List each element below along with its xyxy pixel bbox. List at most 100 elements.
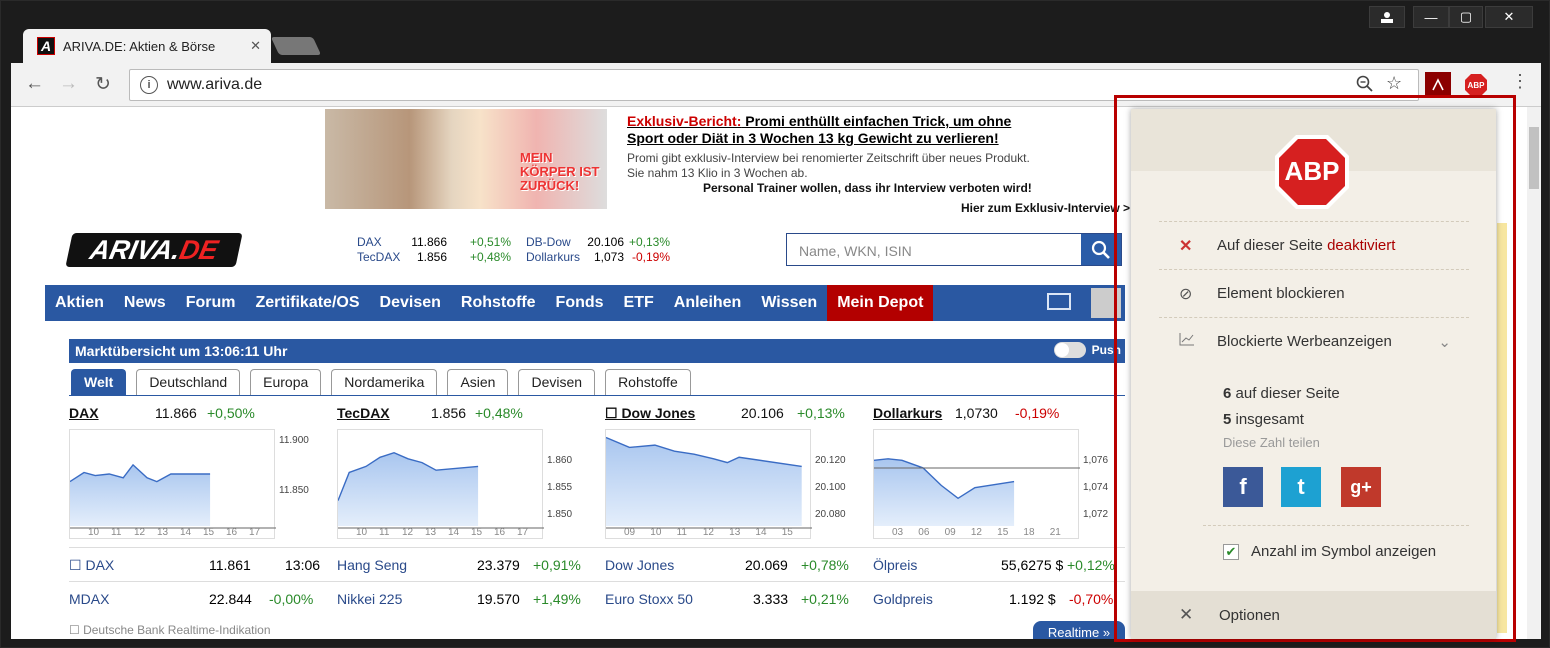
x-tick-label: 16 (494, 527, 506, 538)
x-tick-label: 17 (517, 527, 529, 538)
wrench-icon: ✕ (1179, 605, 1194, 624)
ariva-favicon-icon: A (37, 37, 55, 55)
search-input[interactable]: Name, WKN, ISIN (787, 234, 1081, 265)
nav-zertifikate[interactable]: Zertifikate/OS (245, 285, 369, 321)
table-row: MDAX 22.844 -0,00% Nikkei 225 19.570 +1,… (69, 581, 1125, 615)
chart-icon (1159, 332, 1217, 351)
back-icon[interactable]: ← (25, 73, 44, 95)
close-window-button[interactable]: ✕ (1485, 6, 1533, 28)
nav-anleihen[interactable]: Anleihen (664, 285, 752, 321)
nav-aktien[interactable]: Aktien (45, 285, 114, 321)
x-tick-label: 16 (226, 527, 238, 538)
y-tick-label: 1.860 (547, 455, 573, 466)
x-tick-label: 18 (1023, 527, 1035, 538)
index-change: +0,50% (207, 405, 255, 421)
info-icon[interactable]: i (140, 76, 158, 94)
x-tick-label: 13 (425, 527, 437, 538)
abp-disabled-row[interactable]: ✕ Auf dieser Seite deaktiviert (1159, 221, 1469, 269)
facebook-icon: f (1239, 474, 1247, 499)
index-name[interactable]: ☐ Dow Jones (605, 405, 695, 422)
x-tick-label: 15 (781, 527, 793, 538)
x-tick-label: 15 (997, 527, 1009, 538)
mail-icon[interactable] (1047, 293, 1071, 310)
nav-devisen[interactable]: Devisen (370, 285, 451, 321)
x-tick-label: 09 (624, 527, 636, 538)
abp-logo: ABP (1273, 133, 1351, 211)
y-tick-label: 1,076 (1083, 455, 1109, 466)
ad-headline: Exklusiv-Bericht: Promi enthüllt einfach… (627, 113, 1012, 146)
facebook-share-button[interactable]: f (1223, 467, 1263, 507)
tab-welt[interactable]: Welt (71, 369, 127, 395)
ad-cta-link[interactable]: Hier zum Exklusiv-Interview > (961, 201, 1130, 215)
nav-etf[interactable]: ETF (614, 285, 664, 321)
nav-forum[interactable]: Forum (176, 285, 246, 321)
ariva-logo[interactable]: ARIVA. DE (65, 233, 243, 267)
x-tick-label: 13 (729, 527, 741, 538)
abp-stats: 6 auf dieser Seite 5 insgesamt (1223, 385, 1340, 428)
index-sparkline[interactable]: 03 06 09 12 15 18 21 (873, 429, 1080, 539)
search-icon (1091, 240, 1110, 259)
index-name[interactable]: Dollarkurs (873, 405, 942, 421)
abp-options-button[interactable]: ✕ Optionen (1131, 591, 1496, 639)
forward-icon[interactable]: → (59, 73, 78, 95)
new-tab-button[interactable] (270, 37, 322, 55)
menu-dots-icon[interactable]: ⋮ (1511, 71, 1529, 92)
twitter-share-button[interactable]: t (1281, 467, 1321, 507)
abp-block-element-row[interactable]: ⊘ Element blockieren (1159, 269, 1469, 317)
realtime-button[interactable]: Realtime » (1033, 621, 1125, 639)
chevron-down-icon[interactable]: ⌄ (1438, 333, 1451, 351)
ad-image: MEIN KÖRPER IST ZURÜCK! (325, 109, 607, 209)
bookmark-star-icon[interactable]: ☆ (1386, 73, 1402, 94)
x-tick-label: 03 (892, 527, 904, 538)
ad-magazine-text: MEIN KÖRPER IST ZURÜCK! (520, 150, 600, 193)
tab-nordamerika[interactable]: Nordamerika (331, 369, 438, 395)
x-tick-label: 14 (180, 527, 192, 538)
tab-devisen[interactable]: Devisen (518, 369, 596, 395)
profile-button[interactable] (1369, 6, 1405, 28)
x-tick-label: 10 (650, 527, 662, 538)
advertisement-banner[interactable]: MEIN KÖRPER IST ZURÜCK! Exklusiv-Bericht… (325, 109, 1135, 215)
minimize-button[interactable]: — (1413, 6, 1449, 28)
index-name[interactable]: DAX (69, 405, 99, 421)
nav-fonds[interactable]: Fonds (546, 285, 614, 321)
svg-text:ABP: ABP (1285, 156, 1340, 186)
sparkline-area (338, 452, 479, 526)
index-sparkline[interactable]: 09 10 11 12 13 14 15 (605, 429, 812, 539)
tab-europa[interactable]: Europa (250, 369, 322, 395)
maximize-button[interactable]: ▢ (1449, 6, 1483, 28)
nav-rohstoffe[interactable]: Rohstoffe (451, 285, 546, 321)
index-sparkline[interactable]: 10 11 12 13 14 15 16 17 (337, 429, 544, 539)
index-name[interactable]: TecDAX (337, 405, 390, 421)
index-sparkline[interactable]: 10 11 12 13 14 15 16 17 (69, 429, 276, 539)
x-tick-label: 21 (1049, 527, 1061, 538)
show-count-checkbox[interactable]: ✔ Anzahl im Symbol anzeigen (1223, 543, 1436, 560)
page-scrollbar[interactable] (1527, 107, 1541, 639)
sparkline-area (606, 437, 802, 526)
ad-personal-trainer: Personal Trainer wollen, dass ihr Interv… (703, 181, 1032, 195)
x-tick-label: 14 (448, 527, 460, 538)
sparkline-svg (70, 463, 276, 529)
index-value: 11.866 (155, 405, 197, 421)
nav-mein-depot[interactable]: Mein Depot (827, 285, 934, 321)
gplus-icon: g+ (1350, 476, 1372, 497)
push-toggle[interactable]: Push (1053, 342, 1121, 358)
nav-wissen[interactable]: Wissen (751, 285, 827, 321)
ad-subtext: Promi gibt exklusiv-Interview bei renomi… (627, 151, 1030, 180)
abp-blocked-ads-row[interactable]: Blockierte Werbeanzeigen ⌄ (1159, 317, 1469, 365)
y-tick-label: 1.855 (547, 482, 573, 493)
gplus-share-button[interactable]: g+ (1341, 467, 1381, 507)
mini-quotes: DAX 11.866 +0,51% DB-Dow 20.106 +0,13% T… (357, 235, 670, 264)
reload-icon[interactable]: ↻ (95, 73, 111, 96)
abp-popup: ABP ✕ Auf dieser Seite deaktiviert ⊘ Ele… (1131, 109, 1496, 639)
tab-rohstoffe[interactable]: Rohstoffe (605, 369, 691, 395)
quote-name[interactable]: ☐ DAX (69, 557, 114, 574)
mini-quote-name[interactable]: DAX (357, 235, 407, 250)
nav-news[interactable]: News (114, 285, 176, 321)
close-tab-icon[interactable]: ✕ (250, 38, 261, 54)
tab-deutschland[interactable]: Deutschland (136, 369, 241, 395)
x-tick-label: 11 (379, 527, 390, 538)
tab-asien[interactable]: Asien (447, 369, 509, 395)
x-tick-label: 15 (203, 527, 215, 538)
x-tick-label: 12 (134, 527, 146, 538)
tab-ariva[interactable]: A ARIVA.DE: Aktien & Börse ✕ (23, 29, 271, 63)
